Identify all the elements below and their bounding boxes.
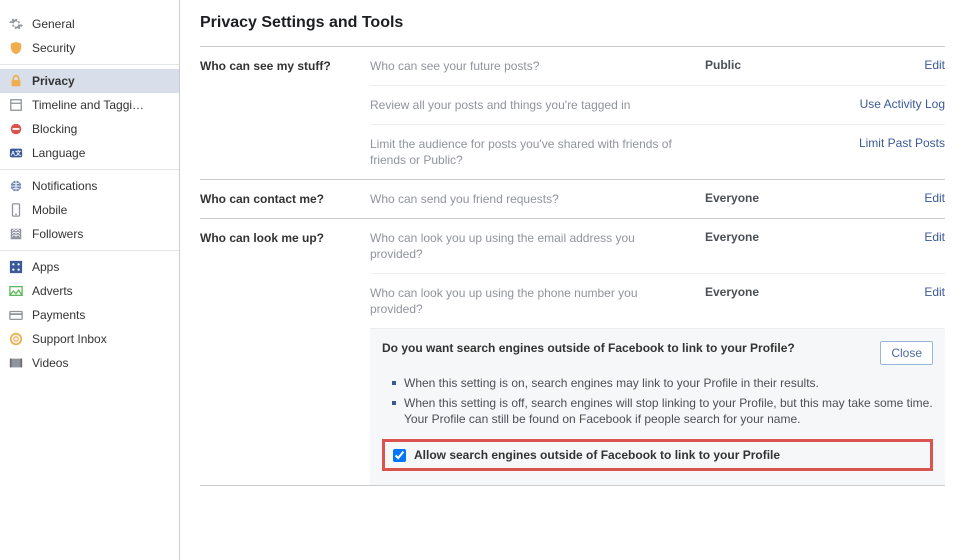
lifebuoy-icon	[8, 331, 24, 347]
checkbox-label[interactable]: Allow search engines outside of Facebook…	[414, 448, 780, 462]
sidebar-item-label: Privacy	[32, 74, 75, 88]
apps-icon	[8, 259, 24, 275]
edit-link[interactable]: Edit	[924, 191, 945, 205]
sidebar: General Security Privacy Timeline and Ta…	[0, 0, 180, 560]
sidebar-item-label: Mobile	[32, 203, 67, 217]
sidebar-item-label: Timeline and Taggi…	[32, 98, 144, 112]
sidebar-item-label: Security	[32, 41, 75, 55]
block-icon	[8, 121, 24, 137]
section-body: Who can send you friend requests? Everyo…	[370, 180, 945, 218]
sidebar-item-language[interactable]: A文 Language	[0, 141, 179, 165]
setting-row: Review all your posts and things you're …	[370, 85, 945, 124]
row-desc: Who can send you friend requests?	[370, 191, 705, 207]
row-desc: Who can look you up using the phone numb…	[370, 285, 705, 317]
sidebar-item-followers[interactable]: Followers	[0, 222, 179, 246]
row-value: Everyone	[705, 191, 835, 205]
svg-text:A文: A文	[11, 150, 22, 158]
setting-row: Who can see your future posts? Public Ed…	[370, 47, 945, 85]
section-who-can-contact: Who can contact me? Who can send you fri…	[200, 179, 945, 218]
setting-row: Who can send you friend requests? Everyo…	[370, 180, 945, 218]
setting-row: Who can look you up using the email addr…	[370, 219, 945, 273]
gear-icon	[8, 16, 24, 32]
section-label: Who can see my stuff?	[200, 47, 370, 179]
sidebar-item-label: Followers	[32, 227, 83, 241]
sidebar-item-support[interactable]: Support Inbox	[0, 327, 179, 351]
row-desc: Limit the audience for posts you've shar…	[370, 136, 705, 168]
expanded-title: Do you want search engines outside of Fa…	[382, 341, 880, 355]
sidebar-item-label: General	[32, 17, 75, 31]
adverts-icon	[8, 283, 24, 299]
sidebar-item-label: Blocking	[32, 122, 77, 136]
sidebar-item-label: Payments	[32, 308, 85, 322]
close-button[interactable]: Close	[880, 341, 933, 365]
sidebar-item-privacy[interactable]: Privacy	[0, 69, 179, 93]
main-content: Privacy Settings and Tools Who can see m…	[180, 0, 965, 560]
expanded-header: Do you want search engines outside of Fa…	[382, 341, 933, 365]
video-icon	[8, 355, 24, 371]
section-body: Who can see your future posts? Public Ed…	[370, 47, 945, 179]
bullet-item: When this setting is off, search engines…	[382, 393, 933, 429]
page-title: Privacy Settings and Tools	[200, 14, 945, 32]
edit-link[interactable]: Edit	[924, 230, 945, 244]
sidebar-item-label: Support Inbox	[32, 332, 107, 346]
timeline-icon	[8, 97, 24, 113]
bullet-list: When this setting is on, search engines …	[382, 373, 933, 429]
lock-icon	[8, 73, 24, 89]
sidebar-item-blocking[interactable]: Blocking	[0, 117, 179, 141]
row-value: Public	[705, 58, 835, 72]
setting-row: Limit the audience for posts you've shar…	[370, 124, 945, 179]
sidebar-item-timeline[interactable]: Timeline and Taggi…	[0, 93, 179, 117]
row-desc: Who can see your future posts?	[370, 58, 705, 74]
section-who-can-see: Who can see my stuff? Who can see your f…	[200, 46, 945, 179]
row-value: Everyone	[705, 285, 835, 299]
section-body: Who can look you up using the email addr…	[370, 219, 945, 485]
row-desc: Who can look you up using the email addr…	[370, 230, 705, 262]
expanded-search-engine-panel: Do you want search engines outside of Fa…	[370, 328, 945, 485]
sidebar-item-payments[interactable]: Payments	[0, 303, 179, 327]
globe-icon	[8, 178, 24, 194]
sidebar-item-mobile[interactable]: Mobile	[0, 198, 179, 222]
sidebar-group: Notifications Mobile Followers	[0, 170, 179, 251]
sidebar-item-notifications[interactable]: Notifications	[0, 174, 179, 198]
sidebar-item-label: Language	[32, 146, 85, 160]
mobile-icon	[8, 202, 24, 218]
section-label: Who can look me up?	[200, 219, 370, 485]
sidebar-item-label: Notifications	[32, 179, 97, 193]
section-label: Who can contact me?	[200, 180, 370, 218]
edit-link[interactable]: Edit	[924, 58, 945, 72]
language-icon: A文	[8, 145, 24, 161]
sidebar-item-videos[interactable]: Videos	[0, 351, 179, 375]
highlight-box: Allow search engines outside of Facebook…	[382, 439, 933, 471]
sidebar-item-security[interactable]: Security	[0, 36, 179, 60]
followers-icon	[8, 226, 24, 242]
sidebar-item-label: Apps	[32, 260, 59, 274]
sidebar-item-label: Videos	[32, 356, 68, 370]
sidebar-item-label: Adverts	[32, 284, 73, 298]
sidebar-group: Apps Adverts Payments Support Inbox Vide…	[0, 251, 179, 379]
limit-posts-link[interactable]: Limit Past Posts	[859, 136, 945, 150]
sidebar-item-general[interactable]: General	[0, 12, 179, 36]
bullet-item: When this setting is on, search engines …	[382, 373, 933, 393]
sidebar-group: Privacy Timeline and Taggi… Blocking A文 …	[0, 65, 179, 170]
section-border	[200, 485, 945, 486]
setting-row: Who can look you up using the phone numb…	[370, 273, 945, 328]
shield-icon	[8, 40, 24, 56]
sidebar-item-apps[interactable]: Apps	[0, 255, 179, 279]
card-icon	[8, 307, 24, 323]
sidebar-group: General Security	[0, 8, 179, 65]
sidebar-item-adverts[interactable]: Adverts	[0, 279, 179, 303]
activity-log-link[interactable]: Use Activity Log	[860, 97, 945, 111]
edit-link[interactable]: Edit	[924, 285, 945, 299]
row-desc: Review all your posts and things you're …	[370, 97, 705, 113]
search-engine-checkbox[interactable]	[393, 449, 406, 462]
row-value: Everyone	[705, 230, 835, 244]
section-who-can-look: Who can look me up? Who can look you up …	[200, 218, 945, 485]
